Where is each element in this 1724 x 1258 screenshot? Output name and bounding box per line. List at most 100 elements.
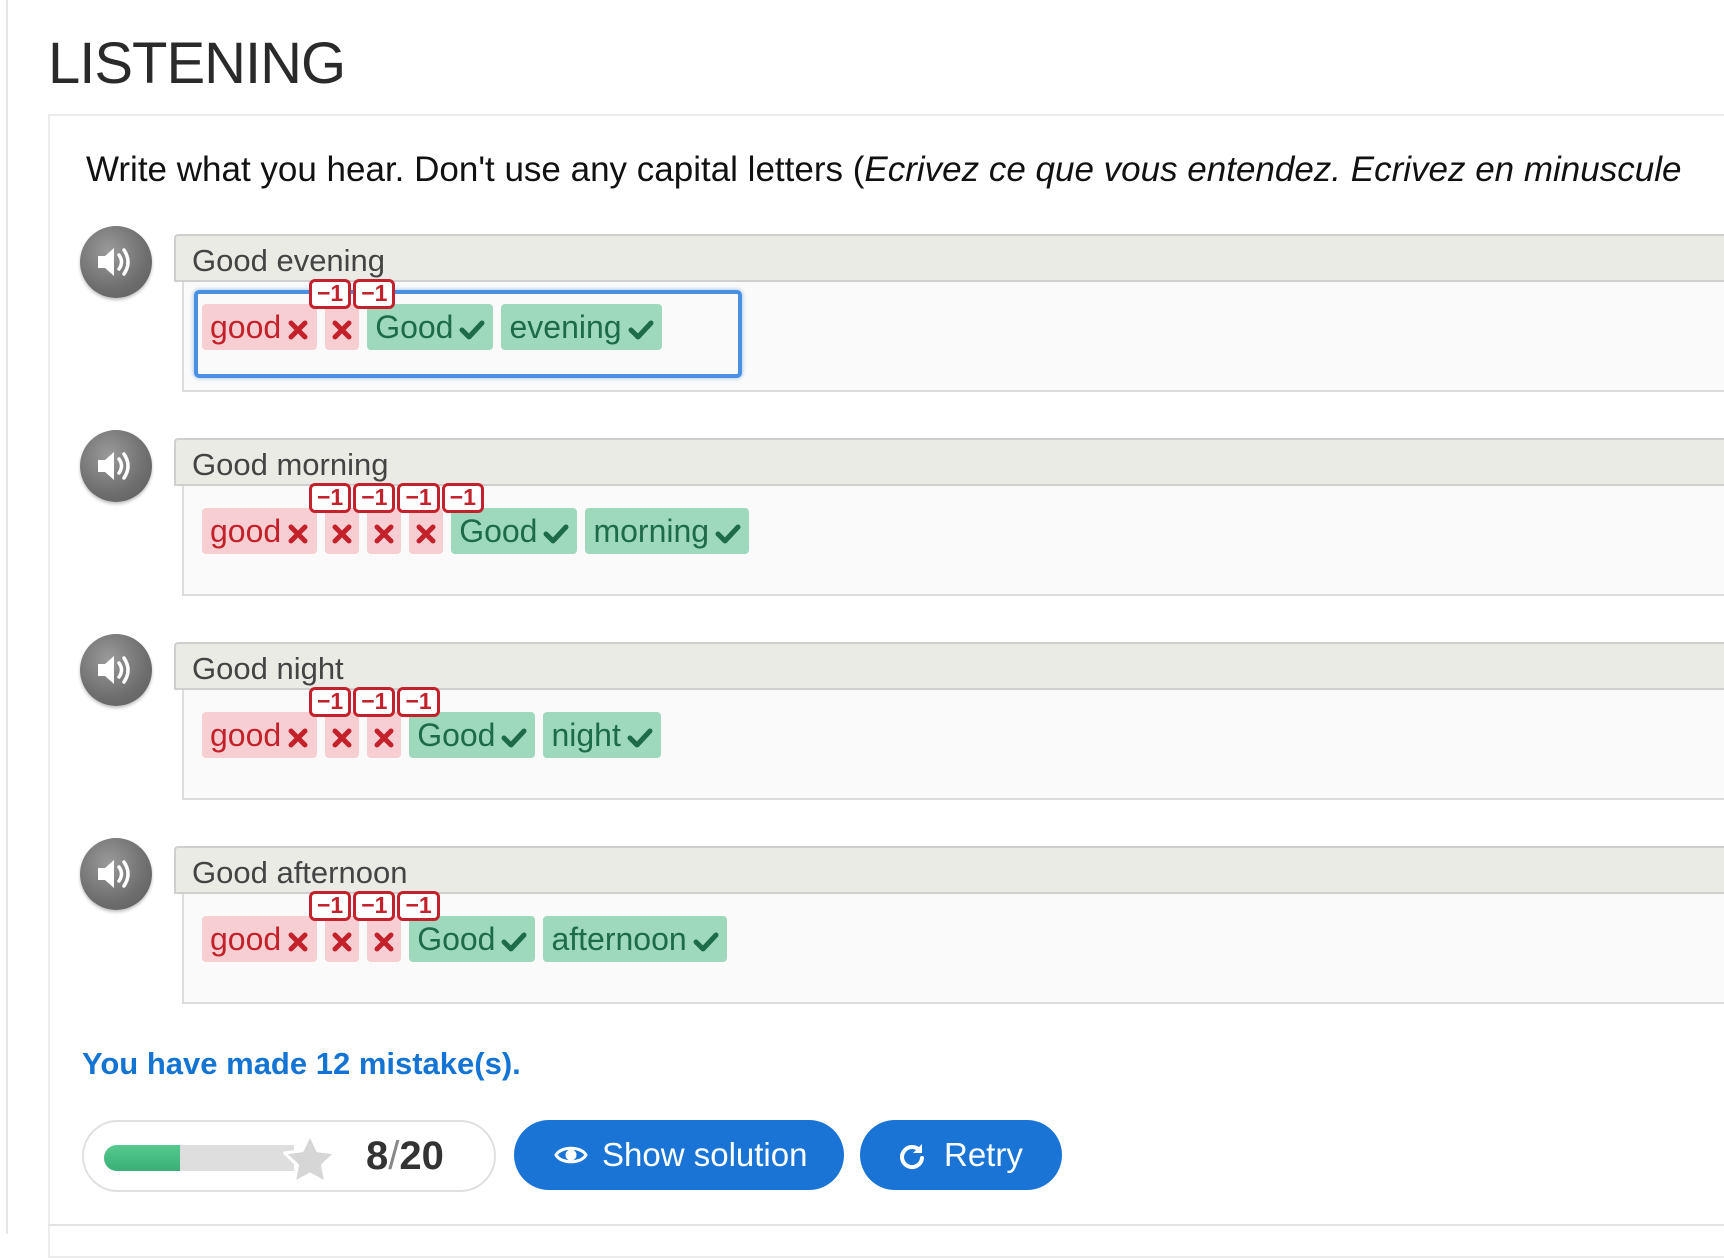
play-audio-button[interactable] xyxy=(80,634,152,706)
token-text: evening xyxy=(509,309,622,345)
speaker-icon xyxy=(98,656,130,684)
answer-token-wrong[interactable] xyxy=(367,916,402,962)
page-title: LISTENING xyxy=(48,31,346,96)
score-progress-bar xyxy=(104,1145,294,1171)
answer-token-correct[interactable]: afternoon xyxy=(543,916,727,962)
answer-token-correct[interactable]: morning xyxy=(585,508,750,554)
answer-token-wrong[interactable] xyxy=(367,712,402,758)
exercise-item: Good afternoon good Good afternoon −1 −1 −1 xyxy=(80,838,1724,1008)
prompt-text: Good morning xyxy=(192,447,389,482)
prompt-text: Good afternoon xyxy=(192,855,408,890)
prompt-bar: Good evening xyxy=(174,234,1724,282)
speaker-icon xyxy=(98,860,130,888)
show-solution-button[interactable]: Show solution xyxy=(514,1120,844,1190)
cross-icon xyxy=(288,320,308,340)
token-text: morning xyxy=(593,513,710,549)
check-icon xyxy=(628,320,654,340)
answer-area: good Good morning −1 −1 −1 −1 xyxy=(182,483,1724,596)
answer-token-wrong[interactable] xyxy=(367,508,402,554)
refresh-icon xyxy=(900,1144,924,1170)
answer-token-correct[interactable]: Good xyxy=(409,712,536,758)
cross-icon xyxy=(416,524,436,544)
penalty-badge: −1 xyxy=(441,483,484,513)
prompt-bar: Good afternoon xyxy=(174,846,1724,894)
penalty-badges: −1 −1 −1 xyxy=(309,891,442,921)
retry-button[interactable]: Retry xyxy=(860,1120,1062,1190)
cross-icon xyxy=(332,524,352,544)
score-separator: / xyxy=(388,1134,400,1178)
penalty-badge: −1 xyxy=(397,687,440,717)
penalty-badge: −1 xyxy=(353,279,396,309)
score-max: 20 xyxy=(399,1134,444,1178)
score-text: 8/20 xyxy=(366,1134,444,1179)
answer-token-correct[interactable]: Good xyxy=(367,304,494,350)
token-text: afternoon xyxy=(551,921,687,957)
penalty-badges: −1 −1 −1 xyxy=(309,687,442,717)
mistakes-summary: You have made 12 mistake(s). xyxy=(82,1046,521,1081)
exercise-item: Good night good Good night −1 −1 −1 xyxy=(80,634,1724,804)
token-text: Good xyxy=(417,921,496,957)
score-box: 8/20 xyxy=(82,1120,496,1192)
panel-bottom-border xyxy=(48,1224,1724,1226)
answer-token-wrong[interactable] xyxy=(325,304,360,350)
answer-tokens: good Good night −1 −1 −1 xyxy=(202,687,669,758)
play-audio-button[interactable] xyxy=(80,838,152,910)
prompt-bar: Good morning xyxy=(174,438,1724,486)
show-solution-label: Show solution xyxy=(602,1136,808,1173)
cross-icon xyxy=(288,524,308,544)
answer-token-wrong[interactable]: good xyxy=(202,712,318,758)
cross-icon xyxy=(288,728,308,748)
answer-token-wrong[interactable] xyxy=(325,712,360,758)
score-progress-fill xyxy=(104,1145,180,1171)
penalty-badge: −1 xyxy=(353,891,396,921)
answer-token-wrong[interactable] xyxy=(409,508,444,554)
answer-token-correct[interactable]: evening xyxy=(501,304,662,350)
speaker-icon xyxy=(98,248,130,276)
token-text: Good xyxy=(375,309,454,345)
token-text: night xyxy=(551,717,621,753)
answer-area: good Good evening −1 −1 xyxy=(182,279,1724,392)
penalty-badges: −1 −1 xyxy=(309,279,397,309)
answer-tokens: good Good afternoon −1 −1 −1 xyxy=(202,891,735,962)
penalty-badge: −1 xyxy=(397,483,440,513)
cross-icon xyxy=(332,932,352,952)
answer-token-wrong[interactable] xyxy=(325,916,360,962)
answer-token-wrong[interactable]: good xyxy=(202,508,318,554)
exercise-item: Good evening good Good evening −1 −1 xyxy=(80,226,1724,396)
penalty-badge: −1 xyxy=(353,483,396,513)
check-icon xyxy=(715,524,741,544)
play-audio-button[interactable] xyxy=(80,226,152,298)
instructions-translation: Ecrivez ce que vous entendez. Ecrivez en… xyxy=(864,150,1682,189)
penalty-badges: −1 −1 −1 −1 xyxy=(309,483,486,513)
check-icon xyxy=(501,932,527,952)
answer-token-wrong[interactable]: good xyxy=(202,304,318,350)
retry-label: Retry xyxy=(944,1136,1023,1173)
answer-token-correct[interactable]: Good xyxy=(451,508,578,554)
prompt-text: Good evening xyxy=(192,243,386,278)
token-text: good xyxy=(210,513,282,549)
prompt-text: Good night xyxy=(192,651,344,686)
penalty-badge: −1 xyxy=(309,687,352,717)
penalty-badge: −1 xyxy=(353,687,396,717)
penalty-badge: −1 xyxy=(309,483,352,513)
page-left-rule xyxy=(6,0,8,1234)
answer-token-correct[interactable]: night xyxy=(543,712,661,758)
check-icon xyxy=(543,524,569,544)
token-text: Good xyxy=(459,513,538,549)
answer-tokens: good Good morning −1 −1 −1 −1 xyxy=(202,483,757,554)
check-icon xyxy=(501,728,527,748)
exercise-item: Good morning good Good morning −1 −1 −1 −1 xyxy=(80,430,1724,600)
token-text: good xyxy=(210,717,282,753)
penalty-badge: −1 xyxy=(309,891,352,921)
answer-token-correct[interactable]: Good xyxy=(409,916,536,962)
speaker-icon xyxy=(98,452,130,480)
cross-icon xyxy=(374,524,394,544)
cross-icon xyxy=(288,932,308,952)
token-text: good xyxy=(210,309,282,345)
answer-area: good Good afternoon −1 −1 −1 xyxy=(182,891,1724,1004)
penalty-badge: −1 xyxy=(309,279,352,309)
answer-token-wrong[interactable] xyxy=(325,508,360,554)
play-audio-button[interactable] xyxy=(80,430,152,502)
answer-token-wrong[interactable]: good xyxy=(202,916,318,962)
eye-icon xyxy=(554,1146,588,1164)
